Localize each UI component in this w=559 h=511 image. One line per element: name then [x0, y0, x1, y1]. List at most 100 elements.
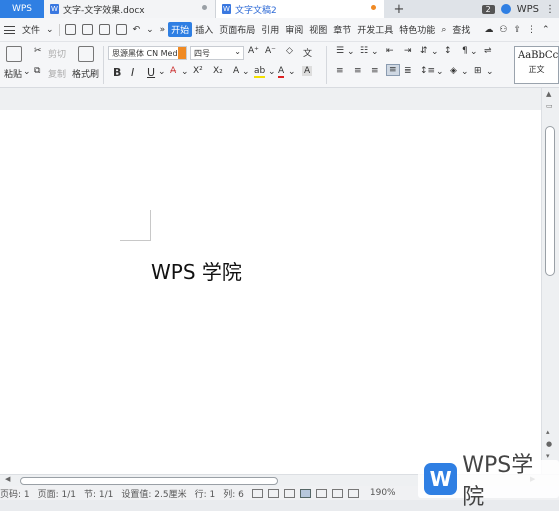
- line-spacing-icon[interactable]: ↕≡: [420, 66, 435, 76]
- chevron-down-icon[interactable]: ⌄: [347, 47, 355, 57]
- decrease-indent-icon[interactable]: ⇤: [386, 46, 394, 56]
- collaborate-icon[interactable]: ⚇: [496, 25, 510, 35]
- phonetic-icon[interactable]: 文: [303, 46, 312, 59]
- chevron-down-icon[interactable]: ⌄: [43, 25, 57, 35]
- undo-dropdown-icon[interactable]: ⌄: [143, 25, 157, 35]
- chinese-layout-icon[interactable]: ⇵: [420, 46, 428, 56]
- new-tab-button[interactable]: +: [384, 0, 414, 18]
- menu-icon[interactable]: [4, 25, 15, 34]
- wps-account-label[interactable]: WPS: [517, 4, 539, 15]
- save-icon[interactable]: [64, 24, 76, 35]
- numbered-list-icon[interactable]: ☷: [360, 46, 368, 56]
- align-center-icon[interactable]: ≡: [354, 66, 362, 76]
- align-left-icon[interactable]: ≡: [336, 66, 344, 76]
- chevron-down-icon[interactable]: ⌄: [23, 67, 31, 77]
- previous-page-icon[interactable]: ▴: [546, 428, 550, 436]
- menu-developer[interactable]: 开发工具: [354, 23, 396, 36]
- shading-icon[interactable]: ◈: [450, 66, 457, 76]
- chevron-down-icon[interactable]: ⌄: [268, 67, 276, 77]
- menu-view[interactable]: 视图: [306, 23, 330, 36]
- horizontal-scroll-thumb[interactable]: [20, 477, 278, 485]
- export-pdf-icon[interactable]: [81, 24, 93, 35]
- menu-references[interactable]: 引用: [258, 23, 282, 36]
- menu-page-layout[interactable]: 页面布局: [216, 23, 258, 36]
- more-commands-icon[interactable]: »: [157, 25, 169, 35]
- menu-search[interactable]: 查找: [449, 23, 473, 36]
- print-icon[interactable]: [98, 24, 110, 35]
- increase-indent-icon[interactable]: ⇥: [404, 46, 412, 56]
- format-painter-button[interactable]: 格式刷: [72, 67, 99, 80]
- chevron-down-icon[interactable]: [178, 47, 186, 59]
- vertical-scroll-thumb[interactable]: [545, 126, 555, 276]
- window-count-badge[interactable]: 2: [481, 4, 495, 14]
- tab-document-1[interactable]: W 文字-文字效果.docx: [44, 0, 216, 18]
- more-icon[interactable]: ⋮: [545, 4, 555, 15]
- paste-icon[interactable]: [6, 46, 22, 62]
- italic-button[interactable]: I: [131, 66, 134, 79]
- fullscreen-icon[interactable]: [251, 488, 263, 498]
- document-page[interactable]: [0, 110, 541, 474]
- status-line[interactable]: 行: 1: [195, 487, 216, 500]
- chevron-down-icon[interactable]: ⌄: [158, 67, 166, 77]
- bold-button[interactable]: B: [113, 66, 121, 79]
- collapse-ribbon-icon[interactable]: ⌃: [539, 25, 553, 35]
- cut-icon[interactable]: ✂: [34, 46, 42, 56]
- zoom-level[interactable]: 190%: [370, 488, 396, 498]
- justify-icon[interactable]: ≡: [386, 64, 400, 76]
- status-setting[interactable]: 设置值: 2.5厘米: [121, 487, 186, 500]
- superscript-icon[interactable]: X²: [193, 66, 203, 76]
- chevron-down-icon[interactable]: ⌄: [431, 47, 439, 57]
- menu-file[interactable]: 文件: [19, 23, 43, 36]
- increase-font-icon[interactable]: A⁺: [248, 46, 259, 56]
- clear-format-icon[interactable]: ◇: [286, 46, 293, 56]
- menu-review[interactable]: 审阅: [282, 23, 306, 36]
- cut-button[interactable]: 剪切: [48, 47, 66, 60]
- menu-features[interactable]: 特色功能: [396, 23, 438, 36]
- align-right-icon[interactable]: ≡: [371, 66, 379, 76]
- page-view-icon[interactable]: [299, 488, 311, 498]
- vertical-scrollbar[interactable]: ▲ ▭ ▴ ● ▾: [541, 88, 559, 474]
- paste-button[interactable]: 粘贴: [4, 67, 22, 80]
- tab-close-dot[interactable]: [202, 5, 207, 10]
- paragraph-settings-icon[interactable]: ⇌: [484, 46, 492, 56]
- search-icon[interactable]: ⌕: [438, 25, 449, 35]
- bullet-list-icon[interactable]: ☰: [336, 46, 344, 56]
- ruler-toggle-icon[interactable]: ▭: [546, 102, 553, 110]
- highlight-icon[interactable]: ab: [254, 66, 266, 78]
- distributed-icon[interactable]: ≣: [404, 66, 412, 76]
- status-page[interactable]: 页面: 1/1: [38, 487, 76, 500]
- more-icon[interactable]: ⋮: [524, 25, 539, 35]
- status-page-code[interactable]: 页码: 1: [0, 487, 30, 500]
- scroll-left-icon[interactable]: ◀: [5, 475, 10, 483]
- outline-view-icon[interactable]: [315, 488, 327, 498]
- document-text[interactable]: WPS 学院: [151, 256, 242, 285]
- style-normal[interactable]: AaBbCcI 正文: [514, 46, 559, 84]
- eye-protect-icon[interactable]: [347, 488, 359, 498]
- font-color-icon[interactable]: A: [278, 66, 285, 78]
- chevron-down-icon[interactable]: ⌄: [181, 67, 189, 77]
- menu-chapter[interactable]: 章节: [330, 23, 354, 36]
- show-marks-icon[interactable]: ¶: [462, 46, 468, 56]
- chevron-down-icon[interactable]: ⌄: [470, 47, 478, 57]
- text-effect-icon[interactable]: A: [233, 66, 239, 76]
- share-icon[interactable]: ⇪: [510, 25, 524, 35]
- reading-mode-icon[interactable]: [267, 488, 279, 498]
- pen-icon[interactable]: [283, 488, 295, 498]
- strikethrough-icon[interactable]: A̶: [170, 66, 176, 76]
- underline-button[interactable]: U: [147, 66, 155, 79]
- chevron-down-icon[interactable]: ⌄: [242, 67, 250, 77]
- scroll-up-icon[interactable]: ▲: [546, 90, 551, 98]
- cloud-icon[interactable]: ☁: [481, 25, 496, 35]
- menu-home[interactable]: 开始: [168, 22, 193, 37]
- sort-icon[interactable]: ↕: [444, 46, 452, 56]
- undo-icon[interactable]: ↶: [130, 25, 144, 35]
- chevron-down-icon[interactable]: ⌄: [486, 67, 494, 77]
- character-shading-icon[interactable]: A: [302, 66, 313, 76]
- tab-modified-dot[interactable]: [371, 5, 376, 10]
- copy-button[interactable]: 复制: [48, 67, 66, 80]
- borders-icon[interactable]: ⊞: [474, 66, 482, 76]
- chevron-down-icon[interactable]: ⌄: [436, 67, 444, 77]
- status-section[interactable]: 节: 1/1: [84, 487, 113, 500]
- status-column[interactable]: 列: 6: [223, 487, 244, 500]
- font-name-select[interactable]: 思源黑体 CN Med: [108, 46, 187, 60]
